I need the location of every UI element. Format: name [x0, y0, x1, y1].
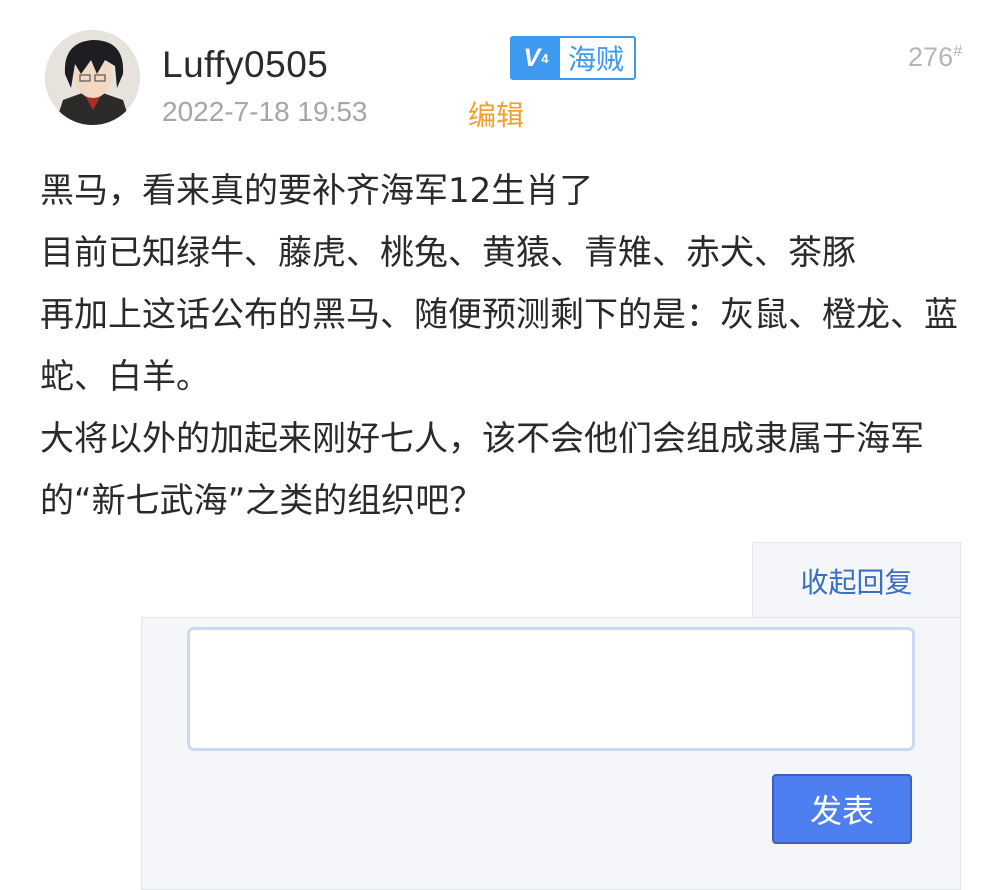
post-date: 2022-7-18 19:53: [162, 96, 368, 127]
vip-v-icon: V4: [512, 38, 560, 78]
content-line: 目前已知绿牛、藤虎、桃兔、黄猿、青雉、赤犬、茶豚: [40, 233, 856, 273]
avatar-image: [45, 30, 140, 125]
member-badge[interactable]: V4 海贼: [510, 36, 637, 80]
floor-number-value: 276: [908, 42, 954, 72]
content-line: 再加上这话公布的黑马、随便预测剩下的是：灰鼠、橙龙、蓝蛇、白羊。: [40, 295, 958, 397]
content-line: 大将以外的加起来刚好七人，该不会他们会组成隶属于海军的“新七武海”之类的组织吧？: [40, 419, 924, 521]
username[interactable]: Luffy0505: [162, 44, 328, 86]
badge-level: 4: [541, 50, 549, 66]
post-content: 黑马，看来真的要补齐海军12生肖了 目前已知绿牛、藤虎、桃兔、黄猿、青雉、赤犬、…: [40, 160, 970, 532]
collapse-replies-link[interactable]: 收起回复: [800, 561, 912, 601]
content-line: 黑马，看来真的要补齐海军12生肖了: [40, 171, 594, 211]
submit-button[interactable]: 发表: [772, 774, 912, 844]
collapse-replies-tab: 收起回复: [752, 542, 961, 618]
edit-link[interactable]: 编辑: [468, 94, 524, 134]
floor-number: 276#: [908, 42, 962, 73]
avatar[interactable]: [45, 30, 140, 125]
badge-label: 海贼: [568, 43, 625, 76]
floor-mark: #: [953, 43, 962, 60]
reply-input[interactable]: [187, 627, 915, 751]
